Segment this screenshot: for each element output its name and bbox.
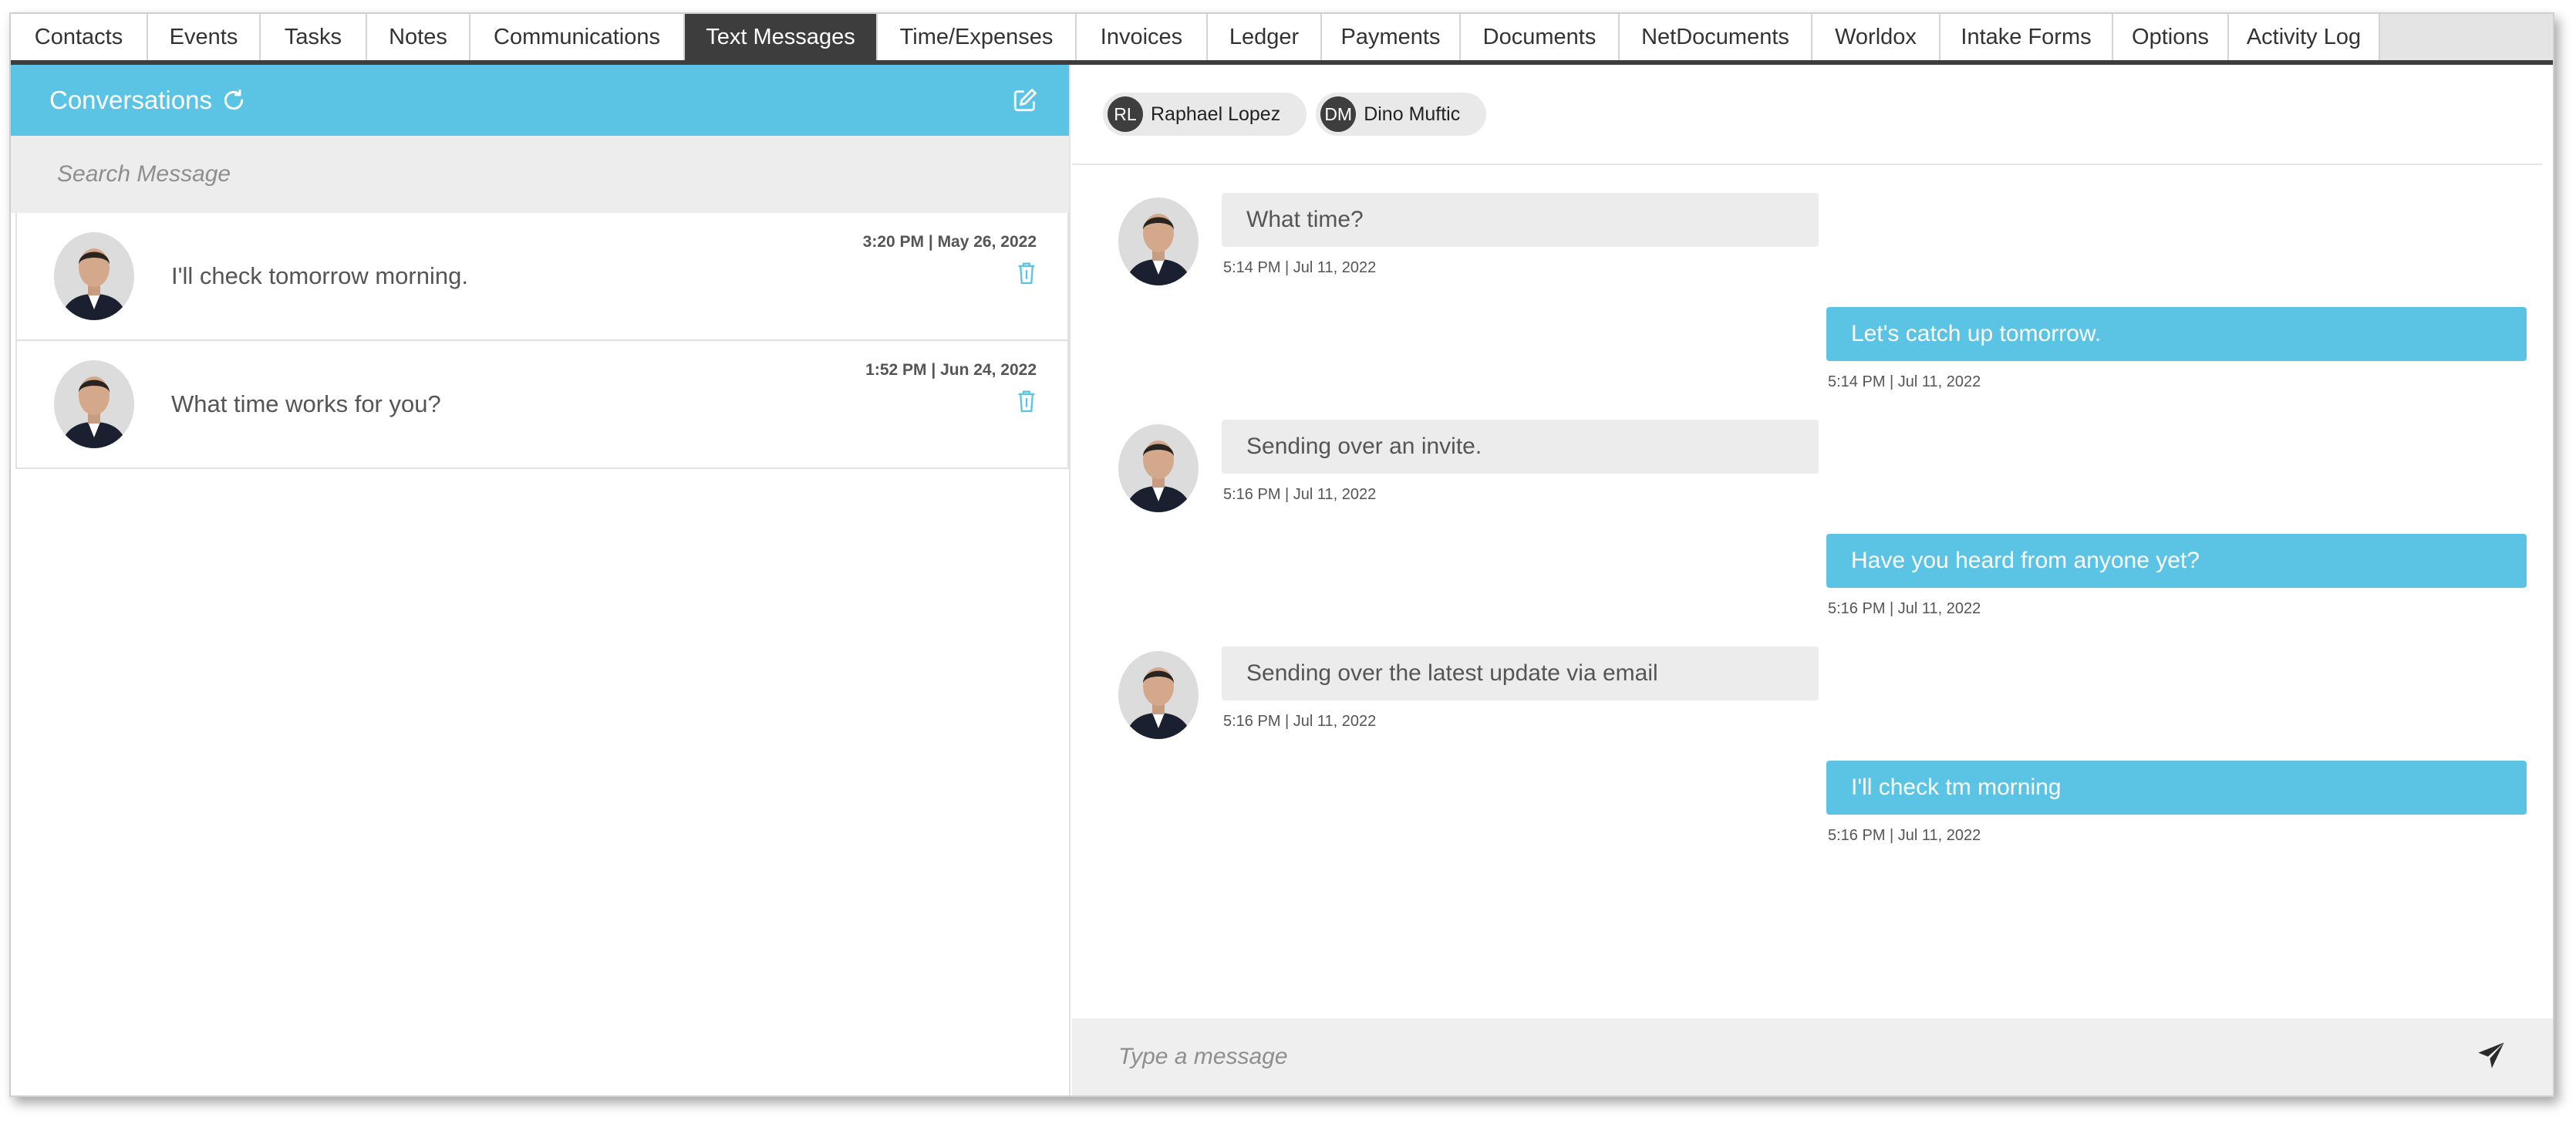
conversation-time: 3:20 PM | May 26, 2022 — [862, 233, 1037, 251]
participant-chip[interactable]: DM Dino Muftic — [1316, 93, 1487, 136]
search-bar — [11, 136, 1069, 213]
participants-bar: RL Raphael Lopez DM Dino Muftic — [1072, 65, 2542, 165]
tab-options[interactable]: Options — [2113, 14, 2229, 60]
message-bubble: Have you heard from anyone yet? — [1826, 534, 2527, 588]
message-time: 5:14 PM | Jul 11, 2022 — [1828, 373, 1981, 390]
tab-ledger[interactable]: Ledger — [1208, 14, 1322, 60]
avatar — [54, 360, 134, 448]
tab-netdocuments[interactable]: NetDocuments — [1620, 14, 1812, 60]
search-input[interactable] — [57, 161, 1023, 187]
message-bubble: Let's catch up tomorrow. — [1826, 307, 2527, 361]
participant-name: Dino Muftic — [1364, 103, 1461, 125]
tab-activity-log[interactable]: Activity Log — [2229, 14, 2380, 60]
participant-initials: DM — [1320, 96, 1357, 132]
trash-icon[interactable] — [1017, 261, 1037, 289]
participant-chip[interactable]: RL Raphael Lopez — [1103, 93, 1307, 136]
avatar — [1118, 424, 1199, 512]
tab-intake-forms[interactable]: Intake Forms — [1940, 14, 2113, 60]
send-icon[interactable] — [2476, 1040, 2507, 1075]
message-incoming: What time? 5:14 PM | Jul 11, 2022 — [1118, 193, 1819, 285]
tab-communications[interactable]: Communications — [470, 14, 685, 60]
message-time: 5:16 PM | Jul 11, 2022 — [1223, 713, 1377, 730]
tab-payments[interactable]: Payments — [1322, 14, 1461, 60]
message-outgoing: I'll check tm morning 5:16 PM | Jul 11, … — [1826, 761, 2527, 845]
chat-pane: RL Raphael Lopez DM Dino Muftic What tim… — [1072, 65, 2553, 1095]
compose-icon[interactable] — [1012, 87, 1038, 113]
participant-name: Raphael Lopez — [1151, 103, 1281, 125]
trash-icon[interactable] — [1017, 389, 1037, 417]
tab-time-expenses[interactable]: Time/Expenses — [878, 14, 1077, 60]
message-bubble: What time? — [1222, 193, 1819, 247]
tab-bar: Contacts Events Tasks Notes Communicatio… — [11, 14, 2553, 65]
conversation-preview: What time works for you? — [171, 390, 441, 417]
tab-tasks[interactable]: Tasks — [261, 14, 367, 60]
message-bubble: Sending over an invite. — [1222, 420, 1819, 474]
message-bubble: Sending over the latest update via email — [1222, 646, 1819, 700]
tab-events[interactable]: Events — [148, 14, 261, 60]
conversations-title: Conversations — [49, 86, 212, 114]
tab-documents[interactable]: Documents — [1461, 14, 1620, 60]
conversations-title-group: Conversations — [49, 86, 246, 115]
message-time: 5:16 PM | Jul 11, 2022 — [1828, 600, 1981, 617]
tab-worldox[interactable]: Worldox — [1812, 14, 1940, 60]
message-time: 5:14 PM | Jul 11, 2022 — [1223, 259, 1377, 276]
conversations-pane: Conversations Search Message I'll check … — [11, 65, 1071, 1095]
avatar — [1118, 651, 1199, 739]
conversation-preview: I'll check tomorrow morning. — [171, 262, 468, 289]
tab-notes[interactable]: Notes — [367, 14, 470, 60]
conversations-header: Conversations — [11, 65, 1069, 136]
message-time: 5:16 PM | Jul 11, 2022 — [1223, 486, 1377, 503]
conversation-item[interactable]: I'll check tomorrow morning. 3:20 PM | M… — [15, 213, 1069, 341]
tab-text-messages[interactable]: Text Messages — [685, 14, 878, 60]
message-outgoing: Let's catch up tomorrow. 5:14 PM | Jul 1… — [1826, 307, 2527, 391]
conversation-item[interactable]: What time works for you? 1:52 PM | Jun 2… — [15, 341, 1069, 469]
message-incoming: Sending over an invite. 5:16 PM | Jul 11… — [1118, 420, 1819, 512]
tab-invoices[interactable]: Invoices — [1077, 14, 1208, 60]
participant-initials: RL — [1108, 96, 1143, 132]
message-input[interactable] — [1118, 1044, 2476, 1070]
app-window: Contacts Events Tasks Notes Communicatio… — [9, 12, 2554, 1097]
conversation-time: 1:52 PM | Jun 24, 2022 — [865, 361, 1037, 379]
avatar — [1118, 197, 1199, 285]
message-time: 5:16 PM | Jul 11, 2022 — [1828, 827, 1981, 844]
message-list: What time? 5:14 PM | Jul 11, 2022 Let's … — [1072, 165, 2553, 944]
refresh-icon[interactable] — [221, 88, 246, 113]
message-composer — [1072, 1018, 2553, 1095]
message-bubble: I'll check tm morning — [1826, 761, 2527, 815]
avatar — [54, 232, 134, 320]
tab-contacts[interactable]: Contacts — [11, 14, 148, 60]
message-outgoing: Have you heard from anyone yet? 5:16 PM … — [1826, 534, 2527, 618]
message-incoming: Sending over the latest update via email… — [1118, 646, 1819, 739]
